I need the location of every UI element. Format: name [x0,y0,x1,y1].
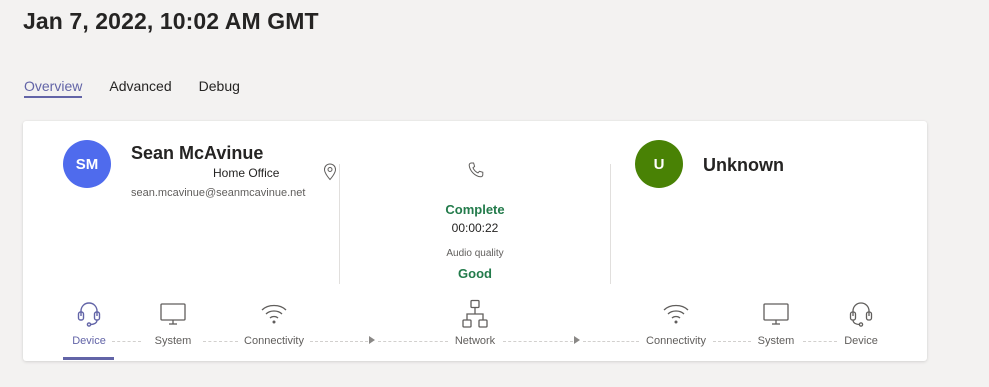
path-hop-label: Connectivity [646,335,706,347]
call-status: Complete [445,202,505,217]
page-title: Jan 7, 2022, 10:02 AM GMT [23,8,319,34]
callee-name: Unknown [703,155,784,175]
path-hop-network[interactable]: Network [433,299,517,347]
tab-overview[interactable]: Overview [24,78,83,98]
tab-bar: Overview Advanced Debug [24,78,267,98]
path-hop-label: Device [844,335,878,347]
monitor-icon [160,303,186,325]
path-hop-label: System [154,335,192,347]
call-summary-card: SM Sean McAvinue Home Office sean.mcavin… [23,121,927,361]
caller-name: Sean McAvinue [131,143,264,163]
callee-avatar: U [635,140,683,188]
caller-email: sean.mcavinue@seanmcavinue.net [131,187,306,199]
monitor-icon [763,303,789,325]
wifi-icon [663,304,689,324]
path-connector [310,341,368,342]
divider [339,164,340,284]
path-hop-callee-system[interactable]: System [734,299,818,347]
phone-icon [468,162,484,178]
path-connector [583,341,639,342]
headset-icon [849,302,873,327]
audio-quality-label: Audio quality [446,248,504,259]
caller-avatar: SM [63,140,111,188]
path-hop-caller-system[interactable]: System [131,299,215,347]
path-hop-label: System [757,335,795,347]
path-hop-callee-device[interactable]: Device [819,299,903,347]
path-hop-caller-device[interactable]: Device [47,299,131,347]
divider [610,164,611,284]
arrow-right-icon [574,336,580,344]
audio-quality-value: Good [458,266,492,281]
selected-indicator [63,357,114,360]
call-duration: 00:00:22 [451,221,499,235]
tab-debug[interactable]: Debug [199,78,240,98]
tab-advanced[interactable]: Advanced [109,78,171,98]
arrow-right-icon [369,336,375,344]
path-hop-label: Connectivity [244,335,304,347]
caller-location: Home Office [213,166,280,180]
path-hop-label: Network [454,335,496,347]
path-hop-label: Device [72,335,106,347]
network-icon [462,299,488,328]
wifi-icon [261,304,287,324]
path-hop-caller-connectivity[interactable]: Connectivity [232,299,316,347]
headset-icon [77,302,101,327]
location-pin-icon[interactable] [323,163,337,181]
path-hop-callee-connectivity[interactable]: Connectivity [634,299,718,347]
